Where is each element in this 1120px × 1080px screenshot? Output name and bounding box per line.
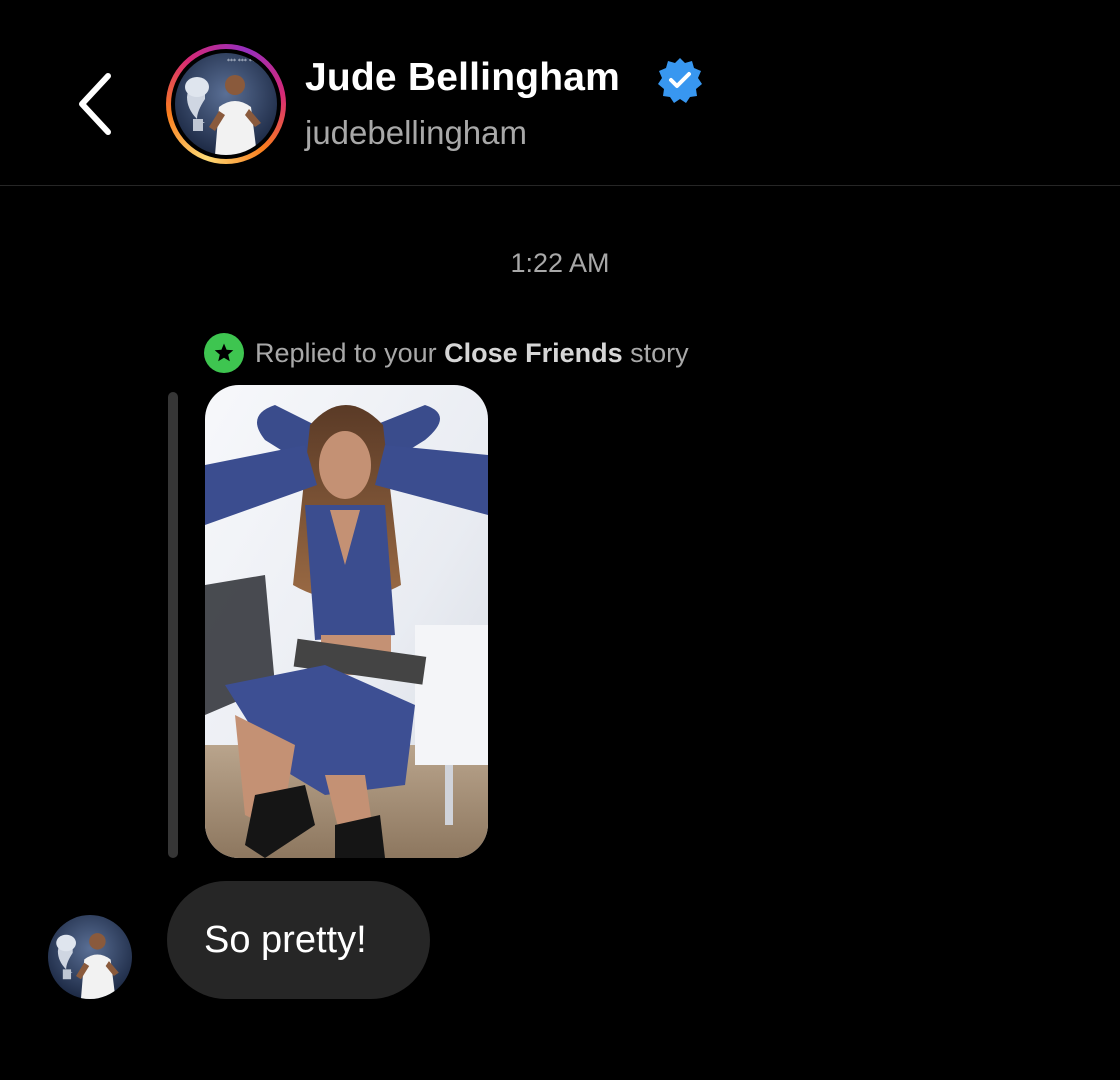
story-reply-label: Replied to your Close Friends story (204, 333, 689, 373)
chat-header: *** *** *** Jude Bellingham judebellingh… (0, 0, 1120, 186)
verified-badge-icon (658, 58, 702, 103)
profile-avatar[interactable]: *** *** *** (166, 44, 286, 164)
username[interactable]: judebellingham (305, 114, 527, 152)
message-bubble[interactable]: So pretty! (167, 881, 430, 999)
avatar-image: *** *** *** (175, 53, 277, 155)
close-friends-text: Close Friends (444, 337, 623, 368)
message-timestamp: 1:22 AM (510, 248, 610, 278)
story-reply-suffix: story (622, 337, 689, 368)
story-reply-prefix: Replied to your (255, 337, 445, 368)
close-friends-star-icon (204, 333, 244, 373)
display-name[interactable]: Jude Bellingham (305, 56, 620, 100)
sender-avatar[interactable] (48, 915, 132, 999)
back-button[interactable] (62, 62, 126, 146)
story-preview-image[interactable] (205, 385, 488, 858)
chevron-left-icon (79, 73, 111, 135)
reply-indicator-bar (168, 392, 178, 858)
svg-text:*** *** ***: *** *** *** (227, 58, 258, 65)
